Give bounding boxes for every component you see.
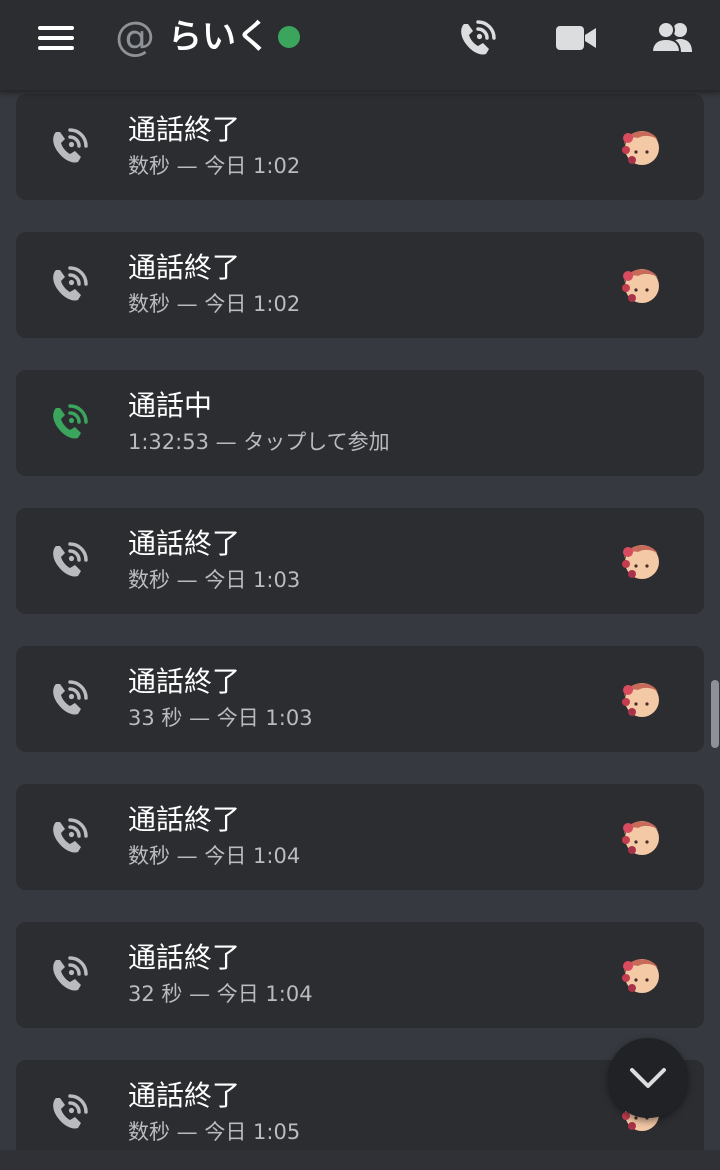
phone-ended-icon bbox=[48, 262, 92, 306]
call-status-title: 通話終了 bbox=[128, 251, 241, 284]
channel-header: @ らいく bbox=[0, 0, 720, 92]
menu-bar bbox=[38, 36, 74, 40]
jump-to-latest-button[interactable] bbox=[608, 1038, 688, 1118]
chevron-down-icon bbox=[630, 1068, 666, 1088]
channel-username[interactable]: らいく bbox=[168, 14, 270, 60]
phone-ended-icon bbox=[48, 538, 92, 582]
call-status-title: 通話終了 bbox=[128, 113, 241, 146]
phone-ended-icon bbox=[48, 952, 92, 996]
phone-ended-icon bbox=[48, 676, 92, 720]
phone-ended-icon bbox=[48, 814, 92, 858]
dm-channel-view: @ らいく 通話終了 数秒 — 今日 1:02 通話終了 数秒 — 今日 1:0… bbox=[0, 0, 720, 1170]
call-status-title: 通話終了 bbox=[128, 941, 241, 974]
call-ended-card[interactable]: 通話終了 数秒 — 今日 1:02 bbox=[16, 94, 704, 200]
call-status-title: 通話中 bbox=[128, 389, 213, 422]
scrollbar-thumb[interactable] bbox=[711, 680, 719, 748]
participant-avatar[interactable] bbox=[614, 674, 666, 726]
voice-call-icon[interactable] bbox=[456, 18, 500, 58]
call-ended-card[interactable]: 通話終了 33 秒 — 今日 1:03 bbox=[16, 646, 704, 752]
call-duration-time: 32 秒 — 今日 1:04 bbox=[128, 982, 313, 1006]
participant-avatar[interactable] bbox=[614, 122, 666, 174]
call-duration-time: 33 秒 — 今日 1:03 bbox=[128, 706, 313, 730]
call-ended-card[interactable]: 通話終了 数秒 — 今日 1:04 bbox=[16, 784, 704, 890]
participant-avatar[interactable] bbox=[614, 812, 666, 864]
members-icon[interactable] bbox=[650, 18, 694, 58]
online-status-indicator bbox=[278, 26, 300, 48]
call-status-title: 通話終了 bbox=[128, 1079, 241, 1112]
hamburger-menu-icon[interactable] bbox=[36, 24, 76, 52]
menu-bar bbox=[38, 46, 74, 50]
call-status-title: 通話終了 bbox=[128, 803, 241, 836]
call-duration-time: 数秒 — 今日 1:04 bbox=[128, 844, 301, 868]
composer-bar-edge bbox=[0, 1150, 720, 1170]
call-status-title: 通話終了 bbox=[128, 527, 241, 560]
call-duration-time: 数秒 — 今日 1:02 bbox=[128, 292, 301, 316]
call-duration-time: 数秒 — 今日 1:02 bbox=[128, 154, 301, 178]
video-call-icon[interactable] bbox=[554, 18, 598, 58]
phone-ended-icon bbox=[48, 124, 92, 168]
call-ended-card[interactable]: 通話終了 数秒 — 今日 1:03 bbox=[16, 508, 704, 614]
menu-bar bbox=[38, 26, 74, 30]
call-ended-card[interactable]: 通話終了 数秒 — 今日 1:02 bbox=[16, 232, 704, 338]
participant-avatar[interactable] bbox=[614, 260, 666, 312]
message-list[interactable]: 通話終了 数秒 — 今日 1:02 通話終了 数秒 — 今日 1:02 通話中 … bbox=[0, 92, 720, 1170]
participant-avatar[interactable] bbox=[614, 536, 666, 588]
call-duration-time: 数秒 — 今日 1:05 bbox=[128, 1120, 301, 1144]
call-ended-card[interactable]: 通話終了 32 秒 — 今日 1:04 bbox=[16, 922, 704, 1028]
phone-active-icon bbox=[48, 400, 92, 444]
call-ongoing-card[interactable]: 通話中 1:32:53 — タップして参加 bbox=[16, 370, 704, 476]
at-icon: @ bbox=[115, 14, 155, 60]
phone-ended-icon bbox=[48, 1090, 92, 1134]
call-join-prompt: 1:32:53 — タップして参加 bbox=[128, 430, 390, 454]
participant-avatar[interactable] bbox=[614, 950, 666, 1002]
call-duration-time: 数秒 — 今日 1:03 bbox=[128, 568, 301, 592]
call-status-title: 通話終了 bbox=[128, 665, 241, 698]
